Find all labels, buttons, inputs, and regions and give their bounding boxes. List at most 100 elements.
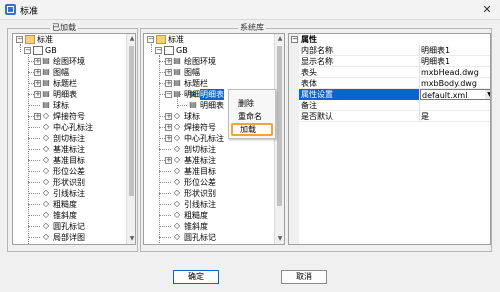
tree-node-item: 引线标注 — [184, 200, 216, 209]
symbol-icon: ◇ — [173, 188, 181, 197]
scroll-down-icon[interactable]: ▼ — [127, 234, 135, 244]
property-row[interactable]: 是否默认 是 — [299, 111, 490, 122]
collapse-icon[interactable]: − — [291, 36, 298, 43]
tree-node-item: 标题栏 — [184, 79, 208, 88]
symbol-icon: ◇ — [173, 177, 181, 186]
symbol-icon: ◇ — [173, 166, 181, 175]
symbol-icon: ◇ — [42, 122, 50, 131]
tree-node-item: 局部详图 — [184, 243, 216, 244]
expand-icon[interactable]: + — [165, 80, 172, 87]
expand-icon[interactable]: − — [155, 47, 162, 54]
table-icon: ▤ — [42, 56, 50, 65]
tree-node-item: 粗糙度 — [184, 211, 208, 220]
folder-icon — [156, 35, 166, 44]
property-row[interactable]: 属性设置default.xml▼ — [299, 89, 490, 100]
book-icon — [33, 46, 43, 55]
scroll-down-icon[interactable]: ▼ — [275, 234, 284, 244]
property-key: 是否默认 — [301, 112, 333, 121]
property-gutter — [289, 34, 299, 244]
symbol-icon: ◇ — [42, 133, 50, 142]
symbol-icon: ◇ — [173, 199, 181, 208]
property-row[interactable]: 表体 mxbBody.dwg — [299, 78, 490, 89]
symbol-icon: ◇ — [173, 221, 181, 230]
expand-icon[interactable]: − — [165, 91, 172, 98]
expand-icon[interactable]: + — [165, 69, 172, 76]
vertical-scrollbar[interactable]: ▲ ▼ — [126, 34, 135, 244]
tree-node-item: 球标 — [53, 101, 69, 110]
tree-node-item: 基准标注 — [184, 156, 216, 165]
property-row[interactable]: 备注 — [299, 100, 490, 111]
expand-icon[interactable]: − — [24, 47, 31, 54]
menu-item-load[interactable]: 加载 — [231, 123, 273, 136]
property-settings-dropdown[interactable]: default.xml▼ — [420, 89, 490, 100]
tree-node-item: 标题栏 — [53, 79, 77, 88]
loaded-tree[interactable]: − 标准 − GB + ▤ 绘图环境 + ▤ 图幅 + ▤ 标题栏 + ▤ 明细表 ▤ 球标 + ◇ 焊接符号 ◇ 中心孔标… — [12, 33, 136, 245]
symbol-icon: ◇ — [42, 111, 50, 120]
cancel-button[interactable]: 取消 — [281, 270, 327, 284]
expand-icon[interactable]: + — [34, 58, 41, 65]
symbol-icon: ◇ — [42, 221, 50, 230]
menu-item-delete[interactable]: 删除 — [231, 97, 273, 110]
scroll-thumb[interactable] — [129, 46, 134, 196]
tree-line — [28, 237, 40, 238]
tree-node-item: 焊接符号 — [184, 123, 216, 132]
scroll-thumb[interactable] — [277, 46, 282, 206]
property-row[interactable]: 表头 mxbHead.dwg — [299, 67, 490, 78]
symbol-icon: ◇ — [41, 243, 51, 244]
table-icon: ▤ — [189, 100, 197, 109]
scroll-up-icon[interactable]: ▲ — [275, 34, 284, 44]
tree-node-item: 焊接符号 — [53, 112, 85, 121]
symbol-icon: ◇ — [42, 166, 50, 175]
expand-icon[interactable]: − — [147, 36, 154, 43]
expand-icon[interactable]: + — [165, 124, 172, 131]
tree-node-item: 引线标注 — [53, 189, 85, 198]
tree-line — [151, 44, 152, 52]
tree-node-item: 圆孔标记 — [184, 233, 216, 242]
system-tree[interactable]: − 标准 − GB + ▤ 绘图环境 + ▤ 图幅 + ▤ 标题栏 − ▤ 明细表 ▤ 明细表 ▤ 明细表 + ◇ 球标 + ◇… — [143, 33, 285, 245]
tree-line — [28, 160, 40, 161]
property-grid[interactable]: − 属性 内部名称 明细表1 显示名称 明细表1 表头 mxbHead.dwg 表体 mxbB… — [288, 33, 491, 245]
tree-line — [159, 171, 171, 172]
property-value: 明细表1 — [421, 46, 451, 55]
expand-icon[interactable]: + — [34, 69, 41, 76]
tree-node-item: 基准目标 — [184, 167, 216, 176]
menu-item-rename[interactable]: 重命名 — [231, 110, 273, 123]
tree-node-item: 局部详图 — [53, 233, 85, 242]
tree-node-item: 剖切符号 — [53, 243, 85, 244]
tree-node-item: 剖切标注 — [53, 134, 85, 143]
property-key: 备注 — [301, 101, 317, 110]
tree-line — [28, 149, 40, 150]
tree-node-item: 形状识别 — [53, 178, 85, 187]
symbol-icon: ◇ — [173, 122, 181, 131]
tree-line — [159, 204, 171, 205]
tree-node-item: 明细表 — [53, 90, 77, 99]
chevron-down-icon[interactable]: ▼ — [485, 90, 490, 99]
tree-node-item: 中心孔标注 — [53, 123, 93, 132]
property-category[interactable]: − 属性 — [289, 34, 490, 45]
property-value: 是 — [421, 112, 429, 121]
scroll-up-icon[interactable]: ▲ — [127, 34, 135, 44]
expand-icon[interactable]: + — [34, 113, 41, 120]
property-row[interactable]: 内部名称 明细表1 — [299, 45, 490, 56]
tree-node-item: 图幅 — [184, 68, 200, 77]
expand-icon[interactable]: + — [34, 80, 41, 87]
tree-line — [159, 237, 171, 238]
property-value: 明细表1 — [421, 57, 451, 66]
expand-icon[interactable]: + — [165, 135, 172, 142]
tree-node-item: 剖切标注 — [184, 145, 216, 154]
expand-icon[interactable]: − — [16, 36, 23, 43]
close-button[interactable]: ✕ — [474, 0, 500, 20]
symbol-icon: ◇ — [172, 243, 182, 244]
expand-icon[interactable]: + — [165, 113, 172, 120]
property-row[interactable]: 显示名称 明细表1 — [299, 56, 490, 67]
expand-icon[interactable]: + — [165, 157, 172, 164]
symbol-icon: ◇ — [42, 188, 50, 197]
book-icon — [164, 46, 174, 55]
tree-node-child: 明细表 — [200, 101, 224, 110]
table-icon: ▤ — [173, 56, 181, 65]
expand-icon[interactable]: + — [165, 58, 172, 65]
tree-node-item: 形状识别 — [184, 189, 216, 198]
expand-icon[interactable]: + — [34, 91, 41, 98]
vertical-scrollbar[interactable]: ▲ ▼ — [274, 34, 284, 244]
ok-button[interactable]: 确定 — [173, 270, 219, 284]
